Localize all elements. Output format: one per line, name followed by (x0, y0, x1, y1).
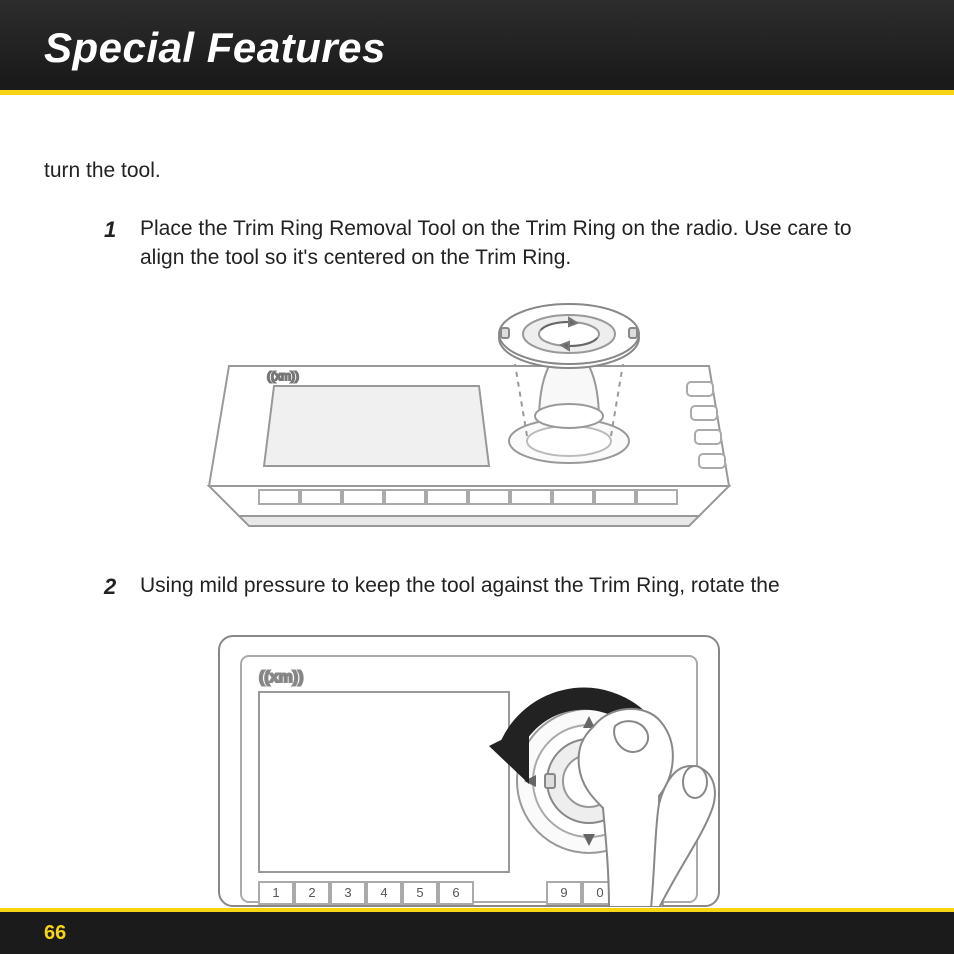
key-label: 4 (380, 885, 387, 900)
key-label: 1 (272, 885, 279, 900)
page-body: turn the tool. 1 Place the Trim Ring Rem… (0, 95, 954, 954)
figure-1: ((xm)) (44, 286, 894, 544)
step-2: 2 Using mild pressure to keep the tool a… (104, 572, 894, 602)
step-1: 1 Place the Trim Ring Removal Tool on th… (104, 215, 894, 272)
svg-text:((xm)): ((xm)) (267, 369, 299, 383)
step-list-2: 2 Using mild pressure to keep the tool a… (44, 572, 894, 602)
radio-rotate-front-icon: ((xm)) 1 2 3 4 5 6 9 0 (189, 616, 749, 916)
key-label: 9 (560, 885, 567, 900)
key-label: 5 (416, 885, 423, 900)
key-label: 2 (308, 885, 315, 900)
page-number: 66 (44, 922, 66, 945)
step-list: 1 Place the Trim Ring Removal Tool on th… (44, 215, 894, 272)
svg-text:((xm)): ((xm)) (259, 669, 303, 686)
page-title: Special Features (44, 24, 954, 72)
step-text: Using mild pressure to keep the tool aga… (140, 572, 894, 602)
key-label: 3 (344, 885, 351, 900)
key-label: 0 (596, 885, 603, 900)
step-number: 2 (104, 572, 140, 602)
page-footer: 66 (0, 908, 954, 954)
figure-2: ((xm)) 1 2 3 4 5 6 9 0 (44, 616, 894, 924)
page-header: Special Features (0, 0, 954, 95)
step-text: Place the Trim Ring Removal Tool on the … (140, 215, 894, 272)
intro-fragment: turn the tool. (44, 157, 894, 185)
manual-page: Special Features turn the tool. 1 Place … (0, 0, 954, 954)
step-number: 1 (104, 215, 140, 272)
radio-tool-perspective-icon: ((xm)) (189, 286, 749, 536)
key-label: 6 (452, 885, 459, 900)
